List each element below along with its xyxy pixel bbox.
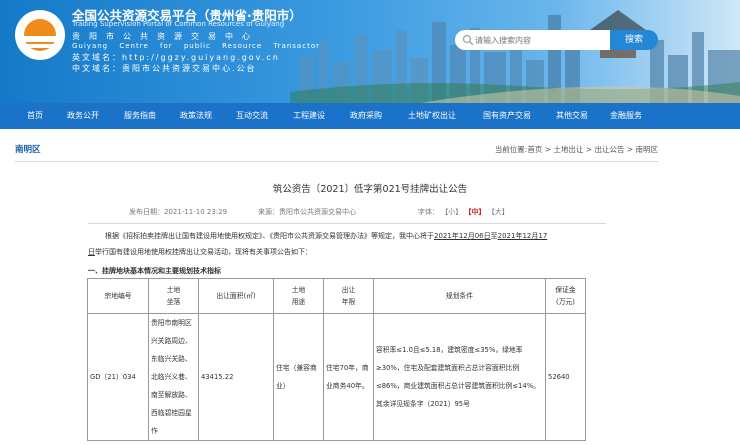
portal-subtitle: Trading Supervision Portal of Common Res… (72, 20, 285, 28)
end-date: 2021年12月17 (497, 232, 548, 240)
section-heading: 一、挂牌地块基本情况和主要规划技术指标 (88, 267, 221, 275)
table-cell: 住宅70年，商业商务40年。 (323, 313, 374, 441)
nav-finance[interactable]: 金融服务 (610, 103, 642, 129)
font-large-button[interactable]: 【大】 (488, 208, 509, 216)
breadcrumb: 南明区 当前位置:首页 > 土地出让 > 出让公告 > 南明区 (15, 139, 658, 162)
main-nav: 首页 政务公开 服务指南 政策法规 互动交流 工程建设 政府采购 土地矿权出让 … (0, 103, 740, 129)
search-button[interactable]: 搜索 (610, 30, 658, 50)
land-parcel-table: 宗地编号 土地 坐落 出让面积(㎡) 土地 用途 出让 年限 规划条件 保证金 … (87, 278, 586, 441)
article-source: 来源：贵阳市公共资源交易中心 (258, 208, 356, 216)
nav-policies[interactable]: 政策法规 (180, 103, 212, 129)
start-date: 2021年12月06日 (434, 232, 491, 240)
font-small-button[interactable]: 【小】 (441, 208, 462, 216)
portal-center-name: 贵阳市公共资源交易中心 (72, 32, 259, 41)
table-header: 宗地编号 (87, 278, 149, 314)
font-label: 字体： (418, 208, 439, 216)
table-cell: GD〔21〕034 (87, 313, 149, 441)
table-row: GD〔21〕034 贵阳市南明区兴关路周边、东临兴关路、北临兴义巷、南至解放路、… (87, 313, 586, 441)
breadcrumb-path[interactable]: 当前位置:首页 > 土地出让 > 出让公告 > 南明区 (495, 144, 658, 155)
font-size-controls: 字体： 【小】 【中】 【大】 (418, 207, 509, 217)
portal-url-cn: 中文域名：贵阳市公共资源交易中心.公台 (72, 64, 257, 73)
logo-icon[interactable] (15, 10, 65, 60)
nav-home[interactable]: 首页 (27, 103, 43, 129)
table-header: 保证金 (万元) (545, 278, 586, 314)
nav-land-mining[interactable]: 土地矿权出让 (408, 103, 456, 129)
portal-url-en: 英文域名：http://ggzy.guiyang.gov.cn (72, 53, 280, 62)
nav-procurement[interactable]: 政府采购 (350, 103, 382, 129)
search-box (455, 30, 610, 50)
table-header-row: 宗地编号 土地 坐落 出让面积(㎡) 土地 用途 出让 年限 规划条件 保证金 … (87, 278, 586, 314)
nav-service-guide[interactable]: 服务指南 (124, 103, 156, 129)
article-title: 筑公资告〔2021〕低字第021号挂牌出让公告 (272, 184, 468, 195)
nav-construction[interactable]: 工程建设 (293, 103, 325, 129)
table-cell: 住宅（兼容商业） (273, 313, 324, 441)
table-header: 规划条件 (373, 278, 546, 314)
table-cell: 52640 (545, 313, 586, 441)
portal-center-name-en: Guiyang Centre for public Resource Trans… (72, 42, 320, 50)
table-header: 出让 年限 (323, 278, 374, 314)
search-input[interactable] (475, 33, 605, 47)
region-title: 南明区 (15, 145, 41, 155)
nav-government-affairs[interactable]: 政务公开 (67, 103, 99, 129)
nav-state-assets[interactable]: 国有资产交易 (483, 103, 531, 129)
notice-paragraph-line1: 根据《招标拍卖挂牌出让国有建设用地使用权规定》、《贵阳市公共资源交易管理办法》等… (105, 232, 548, 240)
nav-other-trades[interactable]: 其他交易 (556, 103, 588, 129)
notice-paragraph-line2: 日举行国有建设用地使用权挂牌出让交易活动，现将有关事项公告如下： (88, 248, 312, 256)
table-header: 出让面积(㎡) (198, 278, 274, 314)
header-banner: 全国公共资源交易平台（贵州省·贵阳市） Trading Supervision … (0, 0, 740, 103)
nav-interaction[interactable]: 互动交流 (236, 103, 268, 129)
table-cell: 43415.22 (198, 313, 274, 441)
table-cell: 贵阳市南明区兴关路周边、东临兴关路、北临兴义巷、南至解放路、西临碧桂园星作 (148, 313, 199, 441)
table-cell: 容积率≤1.0且≤5.18，建筑密度≤35%，绿地率≥30%，住宅及配套建筑面积… (373, 313, 546, 441)
table-header: 土地 用途 (273, 278, 324, 314)
publish-date: 发布日期：2021-11-10 23:29 (129, 208, 228, 216)
table-header: 土地 坐落 (148, 278, 199, 314)
search-icon (462, 34, 474, 46)
font-medium-button[interactable]: 【中】 (464, 208, 485, 216)
divider (88, 223, 606, 224)
